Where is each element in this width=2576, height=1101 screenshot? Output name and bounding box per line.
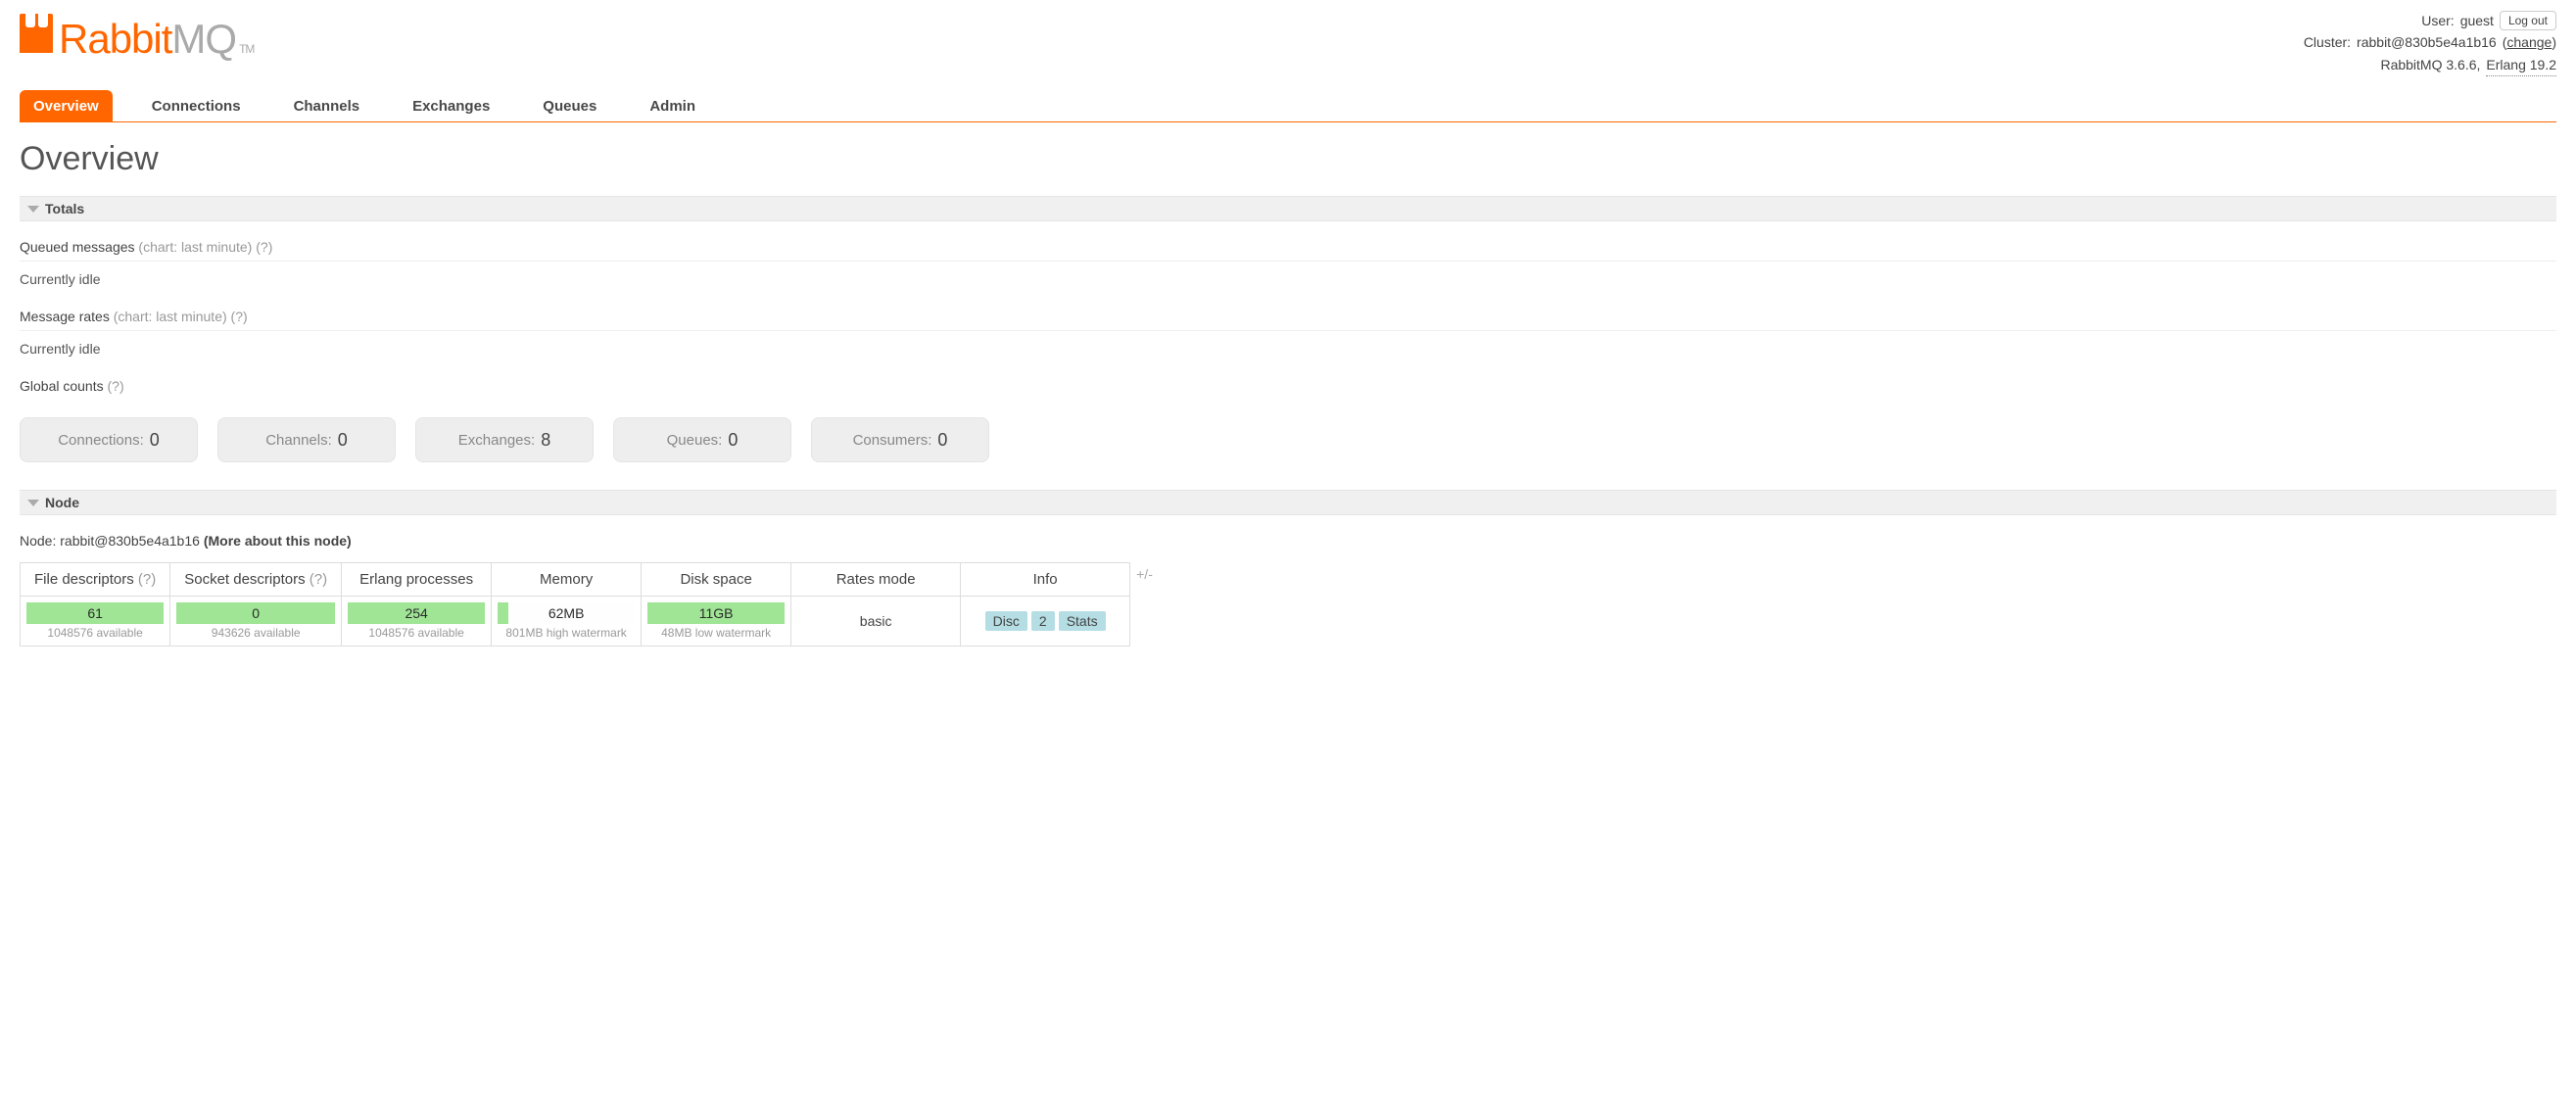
rates-note: (chart: last minute) [114,309,227,324]
tab-exchanges[interactable]: Exchanges [399,90,503,121]
chevron-down-icon [27,500,39,506]
user-value: guest [2460,10,2494,31]
global-counts-line: Global counts (?) [20,370,2556,400]
node-more-link[interactable]: (More about this node) [204,533,352,549]
node-table: File descriptors (?) Socket descriptors … [20,562,1130,646]
section-node-label: Node [45,495,79,510]
count-value: 0 [937,430,947,451]
count-consumers[interactable]: Consumers: 0 [811,417,989,462]
change-cluster-link[interactable]: change [2506,34,2552,50]
cell-mem: 62MB 801MB high watermark [492,597,642,646]
col-mem: Memory [492,563,642,597]
message-rates-line: Message rates (chart: last minute) (?) [20,301,2556,331]
queued-note: (chart: last minute) [138,239,252,255]
fd-help[interactable]: (?) [138,571,156,588]
section-node-toggle[interactable]: Node [20,490,2556,515]
logout-button[interactable]: Log out [2500,11,2556,30]
count-label: Exchanges: [458,432,535,449]
tab-channels[interactable]: Channels [280,90,374,121]
col-fd: File descriptors (?) [21,563,170,597]
tab-connections[interactable]: Connections [138,90,255,121]
product-version: RabbitMQ 3.6.6, [2380,54,2480,75]
count-label: Channels: [265,432,332,449]
logo-suffix: MQ [171,16,236,62]
col-rates: Rates mode [791,563,961,597]
cell-fd: 61 1048576 available [21,597,170,646]
col-disk: Disk space [642,563,791,597]
cluster-value: rabbit@830b5e4a1b16 [2357,31,2497,53]
tab-admin[interactable]: Admin [636,90,709,121]
logo-name: Rabbit [59,16,171,62]
rates-status: Currently idle [20,331,2556,360]
cell-sock: 0 943626 available [170,597,342,646]
tab-queues[interactable]: Queues [529,90,610,121]
badge-disc: Disc [985,611,1027,631]
count-value: 8 [541,430,550,451]
logo-text: RabbitMQTM [59,16,254,63]
chevron-down-icon [27,206,39,213]
queued-label: Queued messages [20,239,135,255]
count-exchanges[interactable]: Exchanges: 8 [415,417,594,462]
columns-toggle[interactable]: +/- [1130,558,1159,590]
global-label: Global counts [20,378,104,394]
rabbit-icon [20,14,53,53]
queued-messages-line: Queued messages (chart: last minute) (?) [20,231,2556,262]
logo[interactable]: RabbitMQTM [20,14,254,63]
sock-help[interactable]: (?) [310,571,327,588]
nav-tabs: Overview Connections Channels Exchanges … [20,90,2556,122]
cell-rates: basic [791,597,961,646]
count-value: 0 [338,430,348,451]
table-header-row: File descriptors (?) Socket descriptors … [21,563,1130,597]
count-value: 0 [150,430,160,451]
tab-overview[interactable]: Overview [20,90,113,121]
section-totals-toggle[interactable]: Totals [20,196,2556,221]
node-line: Node: rabbit@830b5e4a1b16 (More about th… [20,533,2556,549]
queued-help[interactable]: (?) [256,239,272,255]
cell-proc: 254 1048576 available [342,597,492,646]
rates-help[interactable]: (?) [231,309,248,324]
count-channels[interactable]: Channels: 0 [217,417,396,462]
page-title: Overview [20,140,2556,178]
count-label: Consumers: [853,432,932,449]
header-meta: User: guest Log out Cluster: rabbit@830b… [2304,10,2556,76]
queued-status: Currently idle [20,262,2556,291]
global-counts-row: Connections: 0 Channels: 0 Exchanges: 8 … [20,417,2556,462]
col-info: Info [961,563,1130,597]
count-label: Connections: [58,432,144,449]
cell-info: Disc2Stats [961,597,1130,646]
erlang-version-link[interactable]: Erlang 19.2 [2486,54,2556,76]
logo-tm: TM [239,42,254,56]
badge-stats: Stats [1059,611,1106,631]
count-connections[interactable]: Connections: 0 [20,417,198,462]
badge-count: 2 [1031,611,1055,631]
cluster-label: Cluster: [2304,31,2351,53]
section-totals-label: Totals [45,201,84,216]
col-proc: Erlang processes [342,563,492,597]
cell-disk: 11GB 48MB low watermark [642,597,791,646]
count-label: Queues: [667,432,723,449]
node-prefix: Node: [20,533,56,549]
count-queues[interactable]: Queues: 0 [613,417,791,462]
col-sock: Socket descriptors (?) [170,563,342,597]
count-value: 0 [728,430,738,451]
table-row: 61 1048576 available 0 943626 available … [21,597,1130,646]
node-value: rabbit@830b5e4a1b16 [60,533,200,549]
rates-label: Message rates [20,309,110,324]
global-help[interactable]: (?) [108,378,124,394]
user-label: User: [2421,10,2454,31]
cluster-change-wrap: (change) [2503,31,2556,53]
